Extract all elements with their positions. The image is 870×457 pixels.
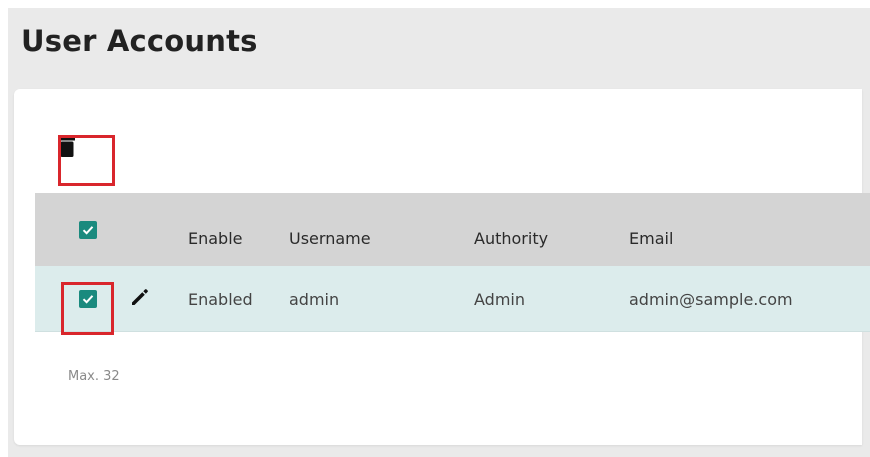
delete-button[interactable] bbox=[47, 127, 87, 167]
row-authority-value: Admin bbox=[474, 290, 525, 309]
page-title: User Accounts bbox=[21, 24, 258, 58]
column-header-username[interactable]: Username bbox=[289, 229, 371, 248]
table-row[interactable]: Enabled admin Admin admin@sample.com bbox=[35, 266, 870, 332]
column-header-enable[interactable]: Enable bbox=[188, 229, 243, 248]
row-enable-value: Enabled bbox=[188, 290, 253, 309]
select-all-checkbox[interactable] bbox=[79, 221, 97, 239]
check-icon bbox=[82, 295, 94, 304]
table-header-row: Enable Username Authority Email bbox=[35, 193, 870, 266]
max-users-note: Max. 32 bbox=[68, 369, 120, 384]
edit-row-button[interactable] bbox=[127, 284, 153, 310]
user-table: Enable Username Authority Email Enabled … bbox=[35, 193, 870, 332]
trash-icon bbox=[59, 134, 75, 160]
column-header-authority[interactable]: Authority bbox=[474, 229, 548, 248]
column-header-email[interactable]: Email bbox=[629, 229, 673, 248]
pencil-icon bbox=[132, 289, 148, 305]
row-username-value: admin bbox=[289, 290, 340, 309]
row-email-value: admin@sample.com bbox=[629, 290, 793, 309]
row-checkbox[interactable] bbox=[79, 290, 97, 308]
check-icon bbox=[82, 226, 94, 235]
